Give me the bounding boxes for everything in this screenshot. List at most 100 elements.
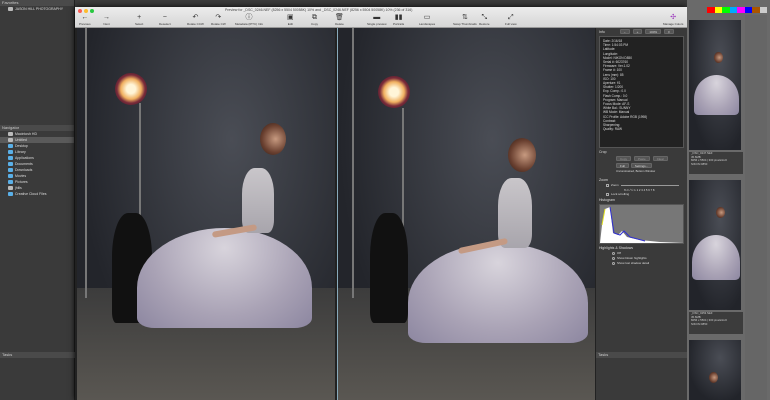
toolbar-button-previous[interactable]: ← Previous — [79, 14, 91, 26]
zoom-out-button[interactable]: − — [619, 29, 630, 34]
toolbar-button-next[interactable]: → Next — [103, 14, 110, 26]
folder-icon — [8, 150, 13, 154]
toolbar-button-swap-thumbnails[interactable]: ⇅ Swap Thumbnails — [453, 14, 477, 26]
edit-icon: ▣ — [287, 14, 294, 21]
toolbar-button-rotate-cw[interactable]: ↷ Rotate CW — [211, 14, 226, 26]
toolbar-button-rotate-ccw[interactable]: ↶ Rotate CCW — [187, 14, 204, 26]
toolbar-button-restore[interactable]: ⤡ Restore — [479, 14, 490, 26]
preview-image-left[interactable] — [77, 28, 335, 400]
minimize-button[interactable] — [84, 9, 88, 13]
toolbar-button-label: Rotate CW — [211, 22, 226, 26]
radio-circle — [612, 257, 615, 261]
crop-paste-button[interactable]: Paste — [634, 156, 650, 161]
copy-icon: ⧉ — [312, 14, 317, 21]
toolbar-button-label: Swap Thumbnails — [453, 22, 477, 26]
tasks-header-right: Tasks — [596, 352, 687, 358]
left-panel: Favorites JASON HILL PHOTOGRAPHY Navigat… — [0, 0, 75, 400]
radio-circle — [612, 262, 615, 266]
preview-window: Preview for _DSC_0246.NEF (8256 x 5504 5… — [75, 7, 687, 400]
zoom-button[interactable] — [90, 9, 94, 13]
manage-colors-button[interactable]: ✣ Manage Colors — [663, 14, 683, 26]
toolbar-button-select[interactable]: + Select — [135, 14, 143, 26]
tasks-header: Tasks — [0, 352, 75, 358]
folder-icon — [8, 174, 13, 178]
crop-buttons: Copy Paste Clear — [596, 155, 687, 162]
contact-sheet-scrollbar[interactable] — [745, 15, 767, 400]
select-icon: + — [137, 14, 142, 21]
full-button[interactable]: Full — [616, 163, 629, 168]
toolbar-button-portraits[interactable]: ▮▮ Portraits — [393, 14, 404, 26]
histogram-graph — [600, 207, 684, 244]
info-header: Info − + 100% ♯ — [596, 28, 687, 35]
toolbar-button-label: Landscapes — [419, 22, 436, 26]
thumbnail-caption: _DSC_0253.NEF 45.6MB 8256 x 5504 | 300 p… — [689, 311, 743, 334]
toolbar-button-label: Single preview — [367, 22, 387, 26]
next-icon: → — [103, 14, 110, 21]
thumbnail-caption: _DSC_0247.NEF 45.6MB 8256 x 5504 | 300 p… — [689, 151, 743, 174]
zoom-slider[interactable] — [620, 185, 679, 187]
single-preview-icon: ▬ — [373, 14, 381, 21]
favorite-item[interactable]: JASON HILL PHOTOGRAPHY — [0, 6, 74, 12]
folder-icon — [8, 192, 13, 196]
close-button[interactable] — [78, 9, 82, 13]
info-field: Quality: RAW — [603, 127, 623, 132]
toolbar-button-full-view[interactable]: ⤢ Full view — [505, 14, 517, 26]
landscapes-icon: ▭ — [423, 14, 431, 21]
nav-item[interactable]: Creative Cloud Files — [0, 191, 74, 197]
toolbar-button-label: Full view — [505, 22, 517, 26]
portraits-icon: ▮▮ — [394, 14, 403, 21]
thumbnail-image[interactable] — [689, 180, 741, 310]
navigator-list: Macintosh HD Untitled Desktop Library Applic… — [0, 131, 74, 197]
zoom-select[interactable]: 100% — [645, 29, 662, 34]
toolbar-button-copy[interactable]: ⧉ Copy — [311, 14, 318, 26]
toolbar-button-single-preview[interactable]: ▬ Single preview — [367, 14, 387, 26]
folder-icon — [8, 180, 13, 184]
folder-icon — [8, 144, 13, 148]
settings-button[interactable]: Settings... — [630, 163, 653, 168]
folder-icon — [8, 132, 13, 136]
rotate-ccw-icon: ↶ — [192, 14, 199, 21]
toolbar-button-label: Select — [135, 22, 144, 26]
preview-image-right[interactable] — [337, 28, 595, 400]
thumbnail-image[interactable] — [689, 20, 741, 150]
radio-circle — [612, 252, 615, 256]
crop-clear-button[interactable]: Clear — [652, 156, 668, 161]
toolbar-button-deselect[interactable]: − Deselect — [159, 14, 171, 26]
highlights-shadows-options: Off Show blown highlights Show lost shadow… — [596, 251, 687, 266]
folder-icon — [8, 186, 13, 190]
folder-icon — [8, 162, 13, 166]
toolbar-button-label: Copy — [311, 22, 319, 26]
crop-copy-button[interactable]: Copy — [616, 156, 632, 161]
toolbar-button-delete[interactable]: 🗑 Delete — [335, 14, 344, 26]
delete-icon: 🗑 — [335, 14, 344, 21]
color-wheel-icon: ✣ — [670, 14, 677, 21]
deselect-icon: − — [162, 14, 167, 21]
info-panel: Info − + 100% ♯ Date: 2/16/18 Time: 1:54:… — [595, 28, 687, 400]
toolbar-button-label: Portraits — [393, 22, 405, 26]
previous-icon: ← — [81, 14, 89, 21]
info-fields: Date: 2/16/18 Time: 1:54:03 PM Latitude: Lo… — [599, 36, 684, 148]
toolbar-button-label: Next — [103, 22, 110, 26]
toolbar-button-label: Delete — [335, 22, 344, 26]
toolbar-button-label: Metadata (IPTC) Info — [235, 22, 264, 26]
color-class-swatches[interactable] — [707, 7, 767, 13]
folder-icon — [8, 156, 13, 160]
crop-note: Unconstrained, Bottom Window — [616, 169, 656, 173]
lock-button[interactable]: ♯ — [664, 29, 674, 34]
folder-icon — [8, 168, 13, 172]
histogram — [599, 204, 684, 245]
thumbnail-image[interactable] — [689, 340, 741, 400]
rotate-cw-icon: ↷ — [215, 14, 222, 21]
folder-icon — [8, 138, 13, 142]
toolbar-button-label: Rotate CCW — [187, 22, 204, 26]
toolbar-button-landscapes[interactable]: ▭ Landscapes — [419, 14, 435, 26]
zoom-in-button[interactable]: + — [632, 29, 643, 34]
hs-option-radio[interactable]: Show lost shadow detail — [596, 261, 687, 266]
toolbar-button-edit[interactable]: ▣ Edit — [287, 14, 294, 26]
toolbar-button-label: Previous — [79, 22, 91, 26]
toolbar-button-label: Edit — [287, 22, 293, 26]
window-title: Preview for _DSC_0246.NEF (8256 x 5504 5… — [225, 8, 413, 12]
toolbar-button-label: Restore — [479, 22, 490, 26]
toolbar-button-metadata-iptc-info[interactable]: ⓘ Metadata (IPTC) Info — [235, 14, 263, 26]
nav-item-label: Creative Cloud Files — [15, 192, 47, 196]
